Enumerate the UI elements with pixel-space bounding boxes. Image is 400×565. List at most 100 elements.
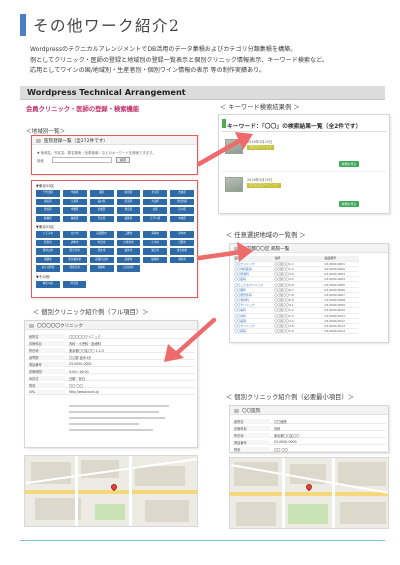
area-button[interactable]: 大田区 <box>143 198 168 205</box>
right-map[interactable] <box>229 457 389 529</box>
group-label: ▼その他 <box>36 275 50 279</box>
area-button[interactable]: 府中市 <box>170 231 194 238</box>
area-button[interactable]: 小金井市 <box>116 239 141 246</box>
area-button[interactable]: 多摩市 <box>116 256 141 263</box>
shot-header-text: 医院登録一覧（全272件です） <box>44 138 108 144</box>
table-cell: 〇〇区〇〇5-6 <box>273 328 323 335</box>
area-button[interactable]: 狛江市 <box>143 248 168 255</box>
other-button-grid: 神奈川県 埼玉県 <box>36 281 86 288</box>
detail-value: 東京都〇〇区〇〇 1-2-3 <box>69 348 104 353</box>
area-button[interactable]: 青梅市 <box>143 231 168 238</box>
area-button[interactable]: 板橋区 <box>36 215 60 222</box>
keyword-heading: キーワード：「〇〇」の検索結果一覧（全2件です） <box>227 124 362 130</box>
area-button[interactable]: 国分寺市 <box>62 248 87 255</box>
detail-row: 院長 〇〇 〇〇 <box>232 445 386 452</box>
detail-button[interactable]: 詳細を見る <box>339 201 359 207</box>
detail-key: 電話番号 <box>234 439 270 445</box>
area-button[interactable]: 品川区 <box>89 198 114 205</box>
area-button[interactable]: 西東京市 <box>62 265 87 272</box>
area-button[interactable]: 台東区 <box>170 190 194 197</box>
area-button[interactable]: 瑞穂町 <box>89 265 114 272</box>
area-button[interactable]: あきる野市 <box>36 265 60 272</box>
clinic-link[interactable]: 〇〇病院 <box>233 328 273 335</box>
detail-value: 9:00～18:00 <box>69 369 89 374</box>
detail-row: 医院名 〇〇医院 <box>232 417 386 424</box>
area-button[interactable]: 神奈川県 <box>36 281 60 288</box>
left-map[interactable] <box>24 455 198 527</box>
shot-header: 医院登録一覧（全272件です） <box>32 136 197 145</box>
area-button[interactable]: 練馬区 <box>62 215 87 222</box>
page-title: その他ワーク紹介2 <box>20 13 180 37</box>
area-button[interactable]: 清瀬市 <box>36 256 60 263</box>
area-button[interactable]: 日の出町 <box>116 265 141 272</box>
area-button[interactable]: 千代田区 <box>36 190 60 197</box>
footer-divider <box>20 540 385 541</box>
area-button[interactable]: 杉並区 <box>89 207 114 214</box>
clinic-icon <box>234 408 239 413</box>
keyword-title: ＜ キーワード検索結果例 ＞ <box>220 104 300 111</box>
area-button[interactable]: 昭島市 <box>36 239 60 246</box>
minimal-clinic-shot: 〇〇医院 医院名 〇〇医院 診療科目 内科 所在地 東京都〇〇区〇〇 電話番号 03-0000… <box>229 405 389 453</box>
arrow-to-area-icon <box>196 242 253 262</box>
area-button[interactable]: 江東区 <box>62 198 87 205</box>
area-button[interactable]: 三鷹市 <box>116 231 141 238</box>
area-button[interactable]: 羽村市 <box>170 256 194 263</box>
area-button[interactable]: 武蔵村山市 <box>89 256 114 263</box>
area-button[interactable]: 江戸川区 <box>143 215 168 222</box>
result-name[interactable]: 〇〇〇〇クリニック <box>247 183 281 188</box>
detail-value: 内科 <box>274 426 281 431</box>
section-heading-bar: Wordpress Technical Arrangement <box>20 86 385 100</box>
area-button[interactable]: 豊島区 <box>116 207 141 214</box>
detail-button[interactable]: 詳細を見る <box>339 161 359 167</box>
area-button[interactable]: 中央区 <box>170 215 194 222</box>
shot-header: 〇〇医院 <box>230 406 388 415</box>
area-button[interactable]: 世田谷区 <box>170 198 194 205</box>
area-button[interactable]: 中野区 <box>62 207 87 214</box>
area-button[interactable]: 荒川区 <box>170 207 194 214</box>
area-button[interactable]: 目黒区 <box>116 198 141 205</box>
area-button[interactable]: 武蔵野市 <box>89 231 114 238</box>
area-buttons-shot: ▼東京23区 千代田区 中央区 港区 新宿区 文京区 台東区 墨田区 江東区 品川区 目黒区 大田区… <box>31 180 198 298</box>
minimal-clinic-title: ＜ 個別クリニック紹介例（必要最小項目）＞ <box>226 394 354 401</box>
area-button[interactable]: 足立区 <box>89 215 114 222</box>
detail-key: 診療科目 <box>234 425 270 431</box>
area-button[interactable]: 東久留米市 <box>62 256 87 263</box>
detail-row: URL http://www.xxxx.jp <box>27 388 195 395</box>
area-button[interactable]: 文京区 <box>143 190 168 197</box>
area-button[interactable]: 東大和市 <box>170 248 194 255</box>
search-note: ▼ 地域名、市区名、駅名検索（全角検索）などのキーワードを検索できます。 <box>37 151 156 155</box>
area-button[interactable]: 日野市 <box>170 239 194 246</box>
area-button[interactable]: 新宿区 <box>116 190 141 197</box>
detail-value[interactable]: http://www.xxxx.jp <box>69 390 99 394</box>
search-button[interactable]: 検索 <box>116 157 130 163</box>
area-button[interactable]: 埼玉県 <box>62 281 86 288</box>
area-button[interactable]: 北区 <box>143 207 168 214</box>
area-button[interactable]: 立川市 <box>62 231 87 238</box>
arrow-to-detail-icon <box>164 317 217 362</box>
area-list-header-shot: 医院登録一覧（全272件です） ▼ 地域名、市区名、駅名検索（全角検索）などのキ… <box>31 135 198 175</box>
detail-row: 電話番号 03-0000-0000 <box>232 438 386 445</box>
area-button[interactable]: 調布市 <box>62 239 87 246</box>
detail-key: 診療科目 <box>29 340 65 346</box>
area-button[interactable]: 中央区 <box>62 190 87 197</box>
detail-notes <box>69 405 179 439</box>
area-button[interactable]: 八王子市 <box>36 231 60 238</box>
area-button[interactable]: 葛飾区 <box>116 215 141 222</box>
area-button[interactable]: 小平市 <box>143 239 168 246</box>
detail-value: 03-0000-0000 <box>69 361 92 366</box>
detail-key: 院長 <box>29 382 65 388</box>
detail-value: 内科・小児科・皮膚科 <box>69 341 101 346</box>
area-button[interactable]: 港区 <box>89 190 114 197</box>
map-pin-icon[interactable] <box>304 482 314 492</box>
search-input[interactable] <box>52 157 112 163</box>
area-button[interactable]: 国立市 <box>89 248 114 255</box>
area-button[interactable]: 東村山市 <box>36 248 60 255</box>
area-button[interactable]: 町田市 <box>89 239 114 246</box>
area-button[interactable]: 稲城市 <box>143 256 168 263</box>
section-heading: Wordpress Technical Arrangement <box>27 87 186 97</box>
group-label: ▼東京23区 <box>36 184 55 188</box>
area-button[interactable]: 渋谷区 <box>36 207 60 214</box>
area-button[interactable]: 墨田区 <box>36 198 60 205</box>
detail-key: 院長 <box>234 446 270 452</box>
area-button[interactable]: 福生市 <box>116 248 141 255</box>
